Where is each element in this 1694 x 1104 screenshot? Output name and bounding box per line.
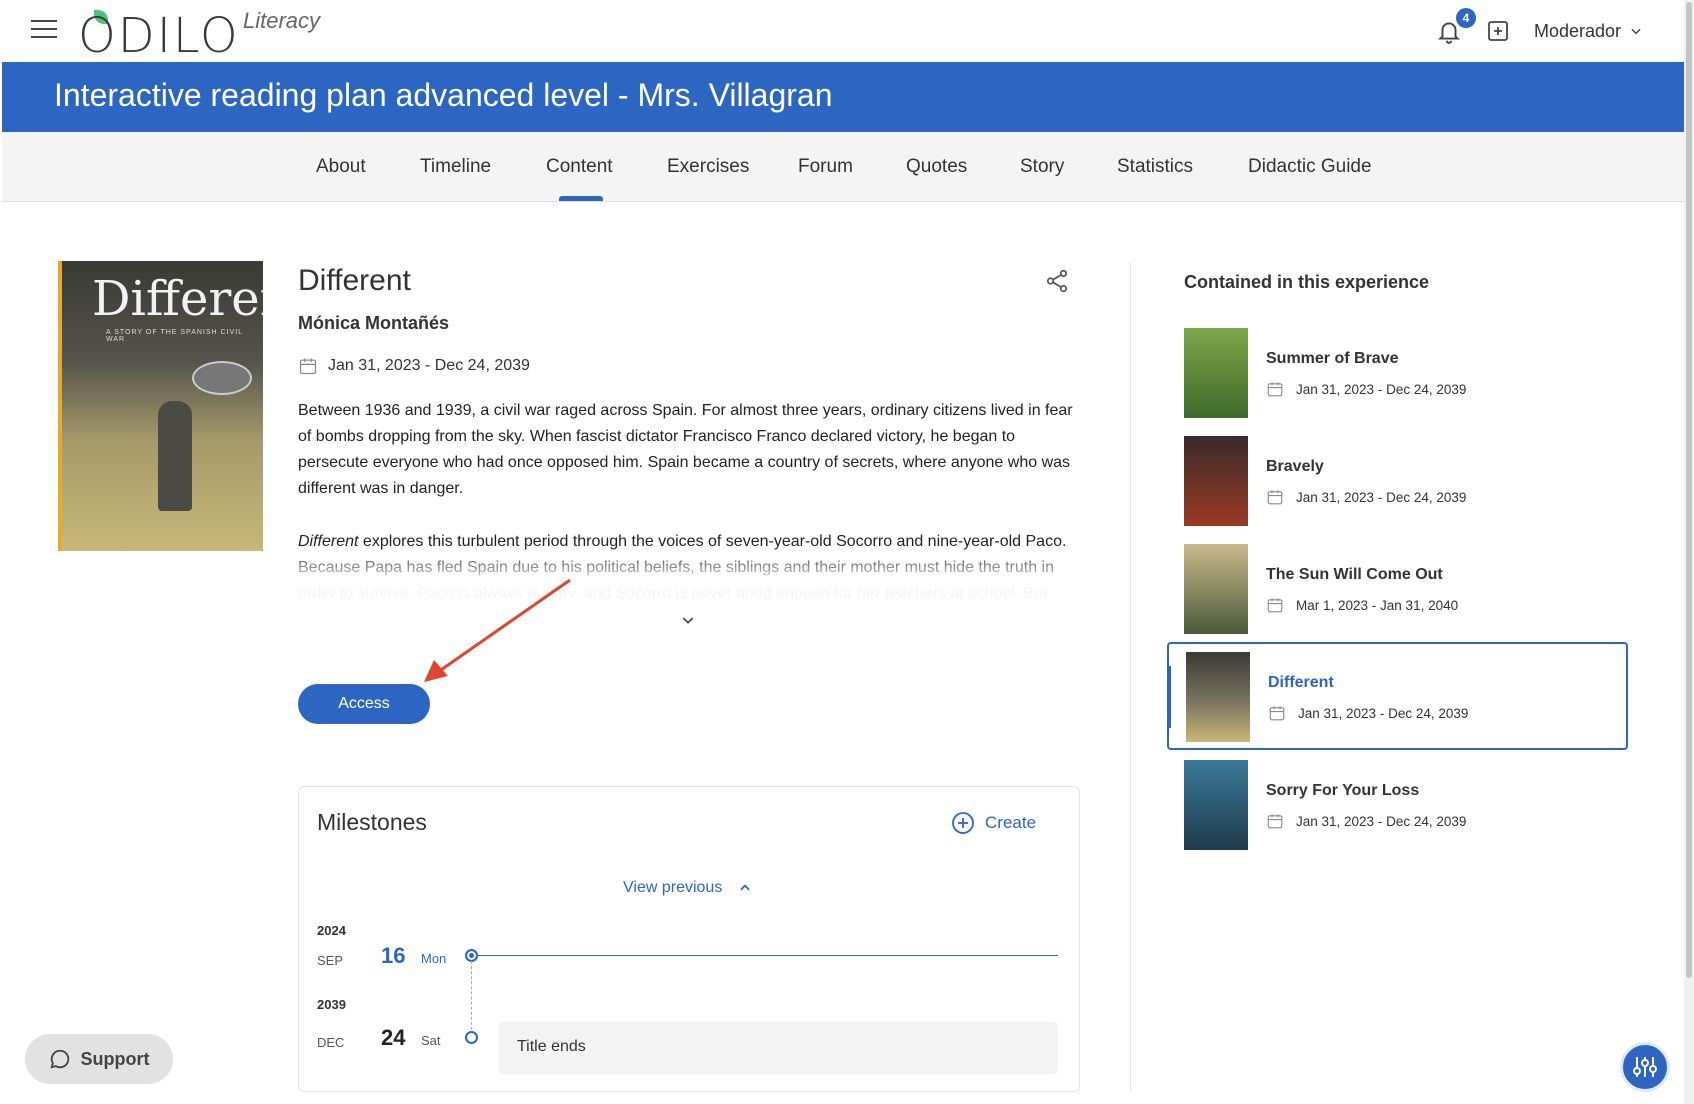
- sidebar-title: Contained in this experience: [1184, 272, 1430, 292]
- tab-content[interactable]: Content: [546, 156, 613, 178]
- title-banner: Interactive reading plan advanced level …: [2, 62, 1684, 132]
- description-fade: [298, 548, 1080, 600]
- calendar-icon: [1267, 382, 1283, 397]
- logo-text: ODILO: [78, 8, 240, 64]
- milestone-dot[interactable]: [465, 1031, 478, 1044]
- view-previous-button[interactable]: View previous: [623, 879, 752, 897]
- milestone-year: 2024: [317, 923, 346, 938]
- sidebar-item-date-text: Jan 31, 2023 - Dec 24, 2039: [1296, 813, 1467, 829]
- tab-timeline[interactable]: Timeline: [420, 156, 491, 178]
- description-paragraph-1: Between 1936 and 1939, a civil war raged…: [298, 402, 1073, 497]
- tab-about[interactable]: About: [316, 156, 366, 178]
- sidebar-item-dates: Jan 31, 2023 - Dec 24, 2039: [1266, 812, 1466, 830]
- tab-quotes[interactable]: Quotes: [906, 156, 967, 178]
- accessibility-settings-button[interactable]: [1620, 1042, 1670, 1092]
- user-name: Moderador: [1534, 20, 1622, 41]
- menu-icon[interactable]: [31, 20, 57, 40]
- top-header: ODILO Literacy 4 Moderador: [0, 0, 1684, 64]
- support-label: Support: [80, 1048, 150, 1069]
- share-icon[interactable]: [1044, 268, 1070, 294]
- view-previous-label: View previous: [623, 879, 723, 896]
- calendar-icon: [1267, 598, 1283, 613]
- cover-figure: [158, 401, 192, 511]
- calendar-icon: [1269, 706, 1285, 721]
- chat-icon: [49, 1049, 69, 1069]
- sidebar-item-the-sun-will-come-out[interactable]: The Sun Will Come Out Mar 1, 2023 - Jan …: [1184, 544, 1604, 636]
- milestone-event[interactable]: Title ends: [499, 1022, 1058, 1074]
- milestone-weekday: Sat: [421, 1033, 441, 1048]
- sidebar-item-sorry-for-your-loss[interactable]: Sorry For Your Loss Jan 31, 2023 - Dec 2…: [1184, 760, 1604, 852]
- sidebar-item-title: Sorry For Your Loss: [1266, 782, 1420, 799]
- active-tab-indicator: [559, 196, 603, 201]
- milestone-day: 16: [381, 943, 406, 968]
- book-thumbnail: [1184, 436, 1248, 526]
- column-divider: [1130, 262, 1131, 1092]
- sidebar-item-dates: Jan 31, 2023 - Dec 24, 2039: [1266, 488, 1466, 506]
- create-label: Create: [985, 813, 1037, 832]
- sidebar-item-dates: Mar 1, 2023 - Jan 31, 2040: [1266, 596, 1458, 614]
- sidebar-item-summer-of-brave[interactable]: Summer of Brave Jan 31, 2023 - Dec 24, 2…: [1184, 328, 1604, 420]
- book-cover: Different A STORY OF THE SPANISH CIVIL W…: [58, 261, 263, 551]
- milestones-title: Milestones: [317, 809, 427, 835]
- page-title: Interactive reading plan advanced level …: [54, 77, 833, 113]
- sliders-icon: [1633, 1057, 1657, 1077]
- tab-didactic-guide[interactable]: Didactic Guide: [1248, 156, 1372, 178]
- book-dates: Jan 31, 2023 - Dec 24, 2039: [328, 357, 530, 374]
- milestones-panel: Milestones Create View previous 2024 SEP…: [298, 786, 1080, 1092]
- book-author: Mónica Montañés: [298, 313, 450, 333]
- sidebar-item-title: Different: [1268, 674, 1334, 691]
- chevron-up-icon: [740, 884, 751, 891]
- sidebar-item-title: Bravely: [1266, 458, 1324, 475]
- milestone-year: 2039: [317, 997, 346, 1012]
- logo-subtitle: Literacy: [243, 8, 321, 33]
- timeline-connector: [471, 961, 472, 1035]
- book-thumbnail: [1186, 652, 1250, 742]
- sidebar-item-date-text: Jan 31, 2023 - Dec 24, 2039: [1296, 381, 1467, 397]
- create-milestone-button[interactable]: Create: [951, 811, 1036, 835]
- milestone-weekday: Mon: [421, 951, 447, 966]
- milestone-month: SEP: [317, 953, 344, 968]
- plus-circle-icon: [952, 812, 974, 834]
- plus-square-icon[interactable]: [1486, 19, 1510, 43]
- active-item-indicator: [1167, 666, 1171, 728]
- cover-title: Different: [92, 271, 263, 327]
- cover-subtitle: A STORY OF THE SPANISH CIVIL WAR: [106, 329, 243, 343]
- chevron-down-icon: [1631, 28, 1641, 35]
- chevron-down-icon[interactable]: [680, 612, 696, 628]
- sidebar-item-bravely[interactable]: Bravely Jan 31, 2023 - Dec 24, 2039: [1184, 436, 1604, 528]
- tab-story[interactable]: Story: [1020, 156, 1064, 178]
- cover-sign: [192, 361, 252, 395]
- sidebar-item-date-text: Mar 1, 2023 - Jan 31, 2040: [1296, 597, 1459, 613]
- calendar-icon: [299, 358, 317, 375]
- sidebar-item-different[interactable]: Different Jan 31, 2023 - Dec 24, 2039: [1167, 642, 1628, 750]
- access-button[interactable]: Access: [298, 684, 430, 724]
- sidebar-item-dates: Jan 31, 2023 - Dec 24, 2039: [1268, 704, 1468, 722]
- calendar-icon: [1267, 490, 1283, 505]
- tab-statistics[interactable]: Statistics: [1117, 156, 1193, 178]
- tab-forum[interactable]: Forum: [798, 156, 853, 178]
- calendar-icon: [1267, 814, 1283, 829]
- sidebar-item-date-text: Jan 31, 2023 - Dec 24, 2039: [1296, 489, 1467, 505]
- sidebar-item-dates: Jan 31, 2023 - Dec 24, 2039: [1266, 380, 1466, 398]
- scrollbar-thumb[interactable]: [1686, 2, 1692, 978]
- book-thumbnail: [1184, 760, 1248, 850]
- timeline-line: [478, 955, 1058, 956]
- support-button[interactable]: Support: [25, 1034, 173, 1084]
- milestone-month: DEC: [317, 1035, 345, 1050]
- tab-exercises[interactable]: Exercises: [667, 156, 749, 178]
- book-thumbnail: [1184, 328, 1248, 418]
- notification-badge: 4: [1456, 8, 1476, 28]
- sidebar-item-title: The Sun Will Come Out: [1266, 566, 1443, 583]
- book-title: Different: [298, 264, 411, 297]
- book-date-range: Jan 31, 2023 - Dec 24, 2039: [298, 356, 530, 376]
- sidebar-item-date-text: Jan 31, 2023 - Dec 24, 2039: [1298, 705, 1469, 721]
- odilo-logo[interactable]: ODILO Literacy: [78, 6, 338, 64]
- tab-bar: About Timeline Content Exercises Forum Q…: [2, 132, 1684, 202]
- book-thumbnail: [1184, 544, 1248, 634]
- milestone-day: 24: [381, 1025, 406, 1050]
- sidebar-item-title: Summer of Brave: [1266, 350, 1399, 367]
- user-menu-button[interactable]: Moderador: [1534, 19, 1643, 43]
- annotation-arrow-icon: [424, 578, 571, 682]
